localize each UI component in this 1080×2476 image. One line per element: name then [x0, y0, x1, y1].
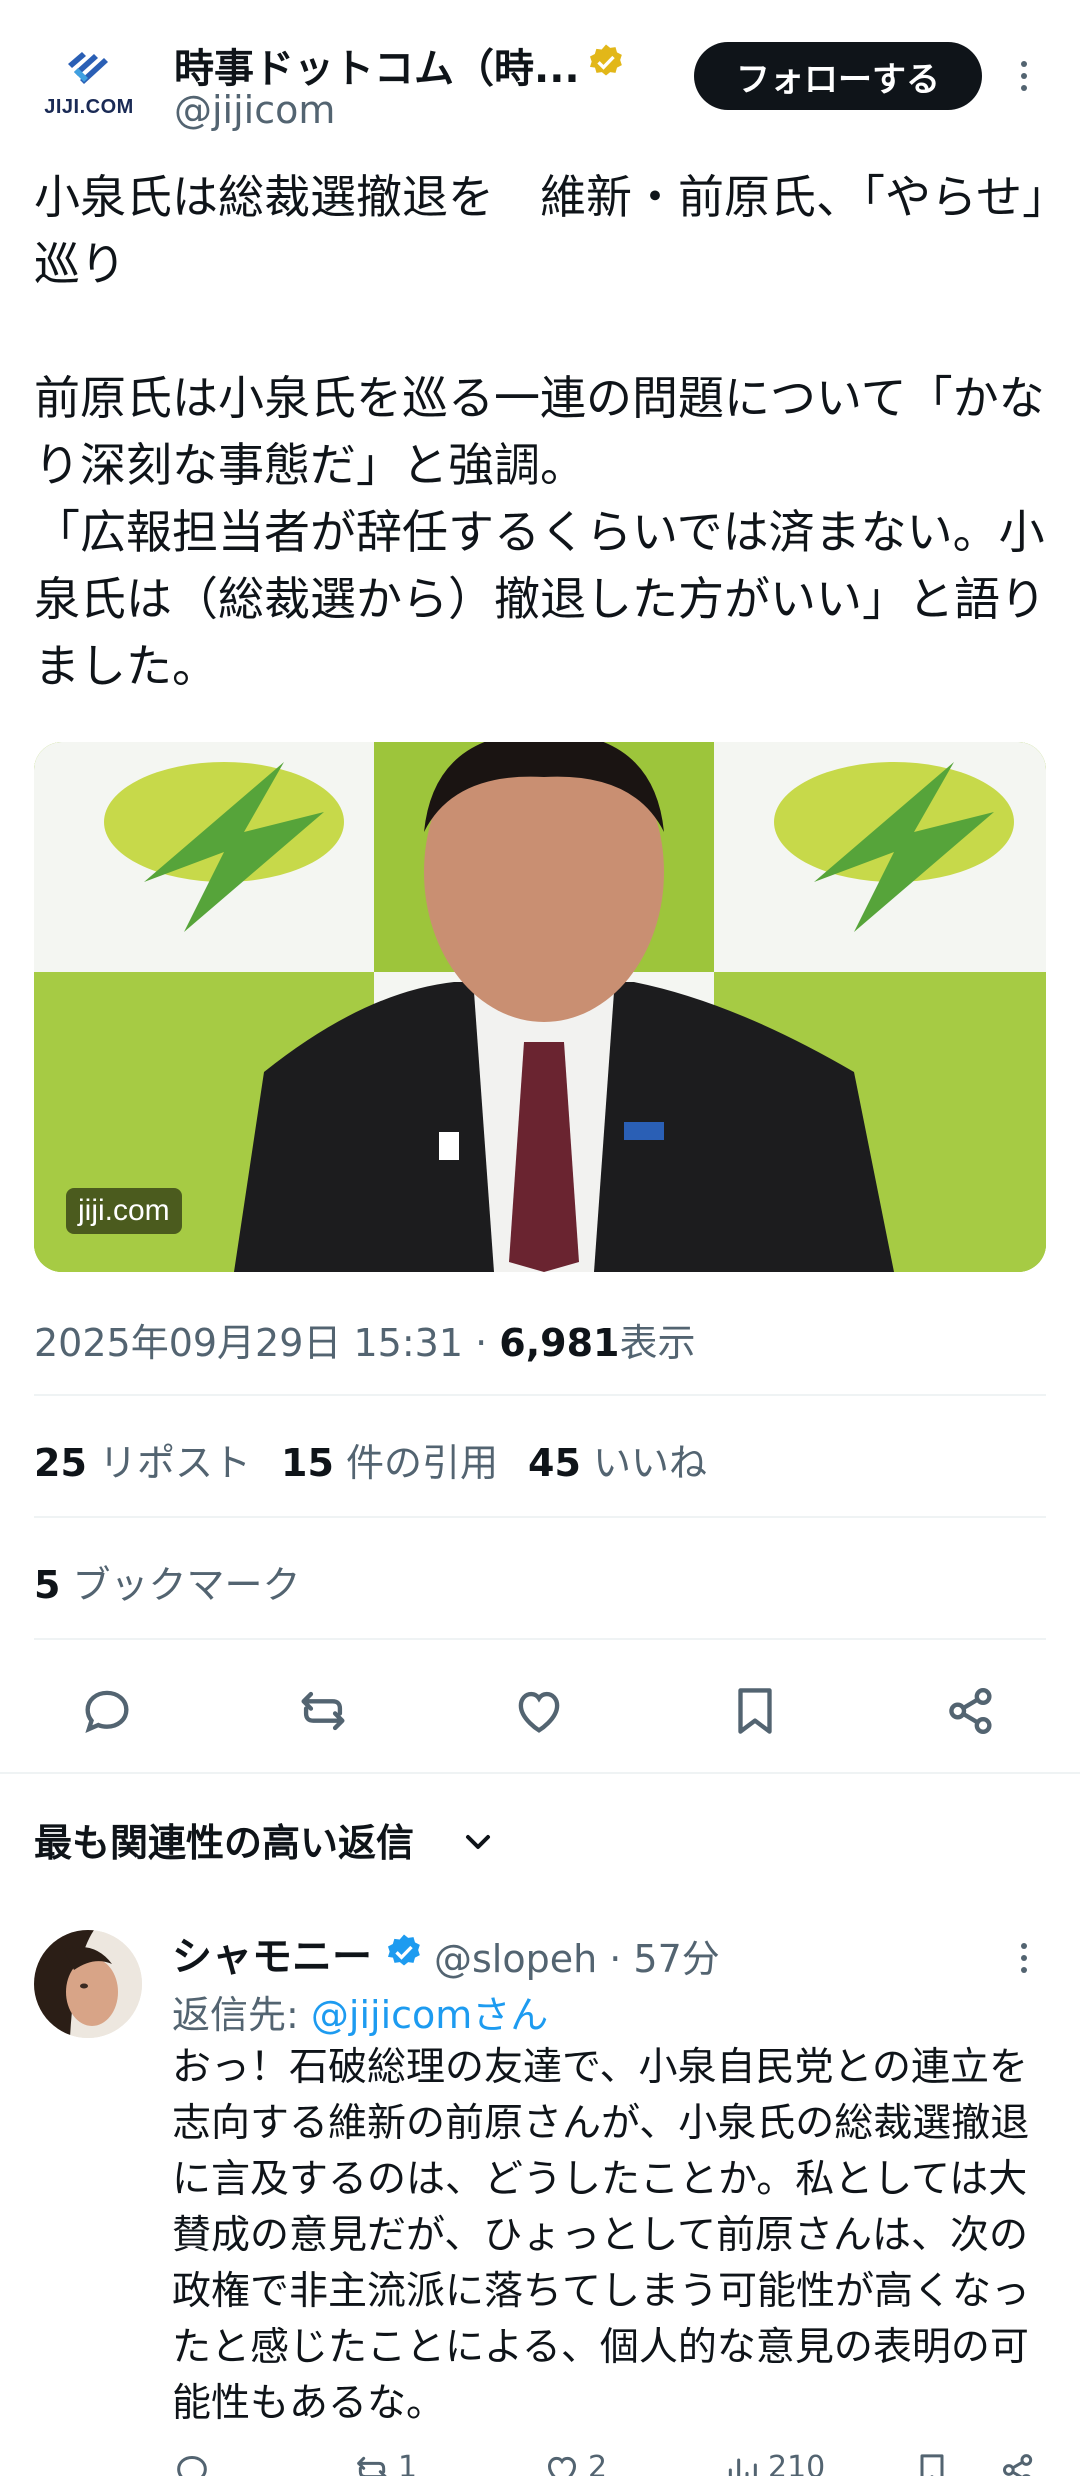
reply-bookmark-button[interactable] — [912, 2450, 952, 2476]
reply-views-button[interactable]: 210 — [722, 2450, 825, 2476]
follow-button[interactable]: フォローする — [694, 42, 982, 110]
author-name[interactable]: 時事ドットコム（時... — [174, 36, 580, 94]
reply-like-count: 2 — [588, 2450, 608, 2476]
likes-label: いいね — [592, 1441, 707, 1485]
reply-views-count: 210 — [768, 2450, 826, 2476]
reply-repost-count: 1 — [398, 2450, 418, 2476]
reply-icon — [177, 2455, 207, 2476]
tweet-meta: 2025年09月29日 15:31 · 6,981表示 — [34, 1312, 695, 1367]
like-icon — [547, 2456, 577, 2476]
chevron-down-icon[interactable] — [458, 1822, 498, 1862]
divider — [34, 1516, 1046, 1518]
engagement-stats: 25 リポスト 15 件の引用 45 いいね — [34, 1432, 707, 1487]
views-icon — [728, 2458, 757, 2476]
bookmarks-stat[interactable]: 5 ブックマーク — [34, 1554, 301, 1609]
reply-to-link[interactable]: @jijicomさん — [311, 1993, 548, 2037]
reply-repost-button[interactable]: 1 — [352, 2450, 417, 2476]
likes-count: 45 — [528, 1441, 581, 1485]
reply-to-line: 返信先: @jijicomさん — [172, 1984, 548, 2039]
reply-avatar[interactable] — [34, 1930, 142, 2038]
views-label: 表示 — [619, 1321, 696, 1365]
divider — [34, 1638, 1046, 1640]
bookmarks-count: 5 — [34, 1563, 61, 1607]
bookmark-icon[interactable] — [726, 1682, 784, 1740]
tweet-text: 小泉氏は総裁選撤退を 維新・前原氏、「やらせ」巡り 前原氏は小泉氏を巡る一連の問… — [34, 170, 1046, 693]
media-source-badge: jiji.com — [66, 1188, 182, 1234]
more-options-icon[interactable] — [1012, 56, 1036, 96]
views-count: 6,981 — [499, 1321, 620, 1365]
like-icon[interactable] — [510, 1682, 568, 1740]
tweet-timestamp[interactable]: 2025年09月29日 15:31 — [34, 1321, 463, 1365]
reply-more-options-icon[interactable] — [1012, 1938, 1036, 1978]
logo-text: JIJI.COM — [44, 96, 134, 118]
replies-sort-label[interactable]: 最も関連性の高い返信 — [34, 1812, 414, 1867]
reposts-count: 25 — [34, 1441, 87, 1485]
reply-icon[interactable] — [78, 1682, 136, 1740]
reply-avatar-photo — [34, 1930, 142, 2038]
meta-separator: · — [463, 1321, 500, 1365]
reply-actions: 1 2 210 — [172, 2440, 1052, 2476]
reply-like-button[interactable]: 2 — [542, 2450, 607, 2476]
reply-to-label: 返信先: — [172, 1993, 311, 2037]
reply-reply-button[interactable] — [172, 2450, 212, 2476]
reply-author-name[interactable]: シャモニー — [172, 1924, 372, 1982]
bookmark-icon — [920, 2454, 944, 2476]
repost-icon[interactable] — [294, 1682, 352, 1740]
tweet-actions — [0, 1672, 1080, 1752]
author-handle[interactable]: @jijicom — [174, 88, 335, 132]
jiji-logo-icon — [68, 52, 108, 84]
press-conference-photo — [34, 742, 1046, 1272]
quotes-count: 15 — [281, 1441, 334, 1485]
reply-share-button[interactable] — [998, 2450, 1038, 2476]
author-avatar-logo[interactable]: JIJI.COM — [34, 46, 144, 126]
likes-stat[interactable]: 45 いいね — [528, 1441, 707, 1485]
reposts-label: リポスト — [98, 1441, 251, 1485]
quotes-label: 件の引用 — [345, 1441, 498, 1485]
tweet-header: JIJI.COM 時事ドットコム（時... @jijicom フォローする — [0, 0, 1080, 160]
reposts-stat[interactable]: 25 リポスト — [34, 1441, 251, 1485]
share-icon[interactable] — [942, 1682, 1000, 1740]
verified-gold-icon — [590, 44, 622, 76]
section-divider — [0, 1772, 1080, 1774]
bookmarks-label: ブックマーク — [72, 1563, 301, 1607]
reply-text: おっ！石破総理の友達で、小泉自民党との連立を志向する維新の前原さんが、小泉氏の総… — [172, 2045, 1031, 2426]
share-icon — [1003, 2454, 1033, 2476]
divider — [34, 1394, 1046, 1396]
reply-handle-time[interactable]: @slopeh · 57分 — [434, 1928, 720, 1983]
tweet-photo[interactable]: jiji.com — [34, 742, 1046, 1272]
repost-icon — [357, 2456, 387, 2476]
quotes-stat[interactable]: 15 件の引用 — [281, 1441, 498, 1485]
verified-blue-icon — [388, 1934, 420, 1966]
